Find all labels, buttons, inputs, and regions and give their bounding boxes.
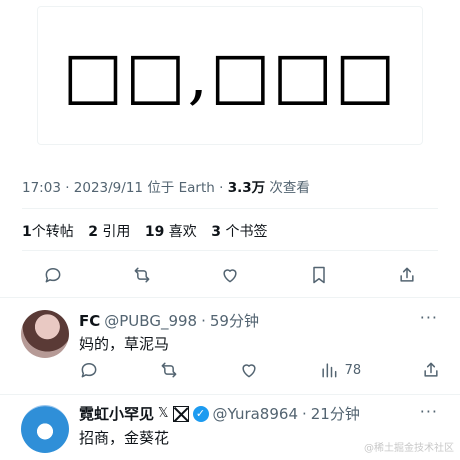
- stat-retweets[interactable]: 1个转帖: [22, 224, 84, 240]
- reply-reply-button[interactable]: [79, 360, 99, 380]
- analytics-icon: [321, 363, 336, 378]
- reply-author-name[interactable]: 霓虹小罕见: [79, 403, 154, 424]
- tweet-meta: 17:03 · 2023/9/11 位于 Earth · 3.3万 次查看: [22, 180, 310, 196]
- reply-share-button[interactable]: [421, 360, 441, 380]
- share-icon: [400, 267, 414, 282]
- reply-author-handle[interactable]: @PUBG_998: [104, 312, 197, 330]
- reply-text: 妈的，草泥马: [79, 335, 170, 353]
- like-icon: [223, 269, 237, 283]
- tweet-date[interactable]: 2023/9/11: [74, 180, 143, 196]
- more-options-icon[interactable]: ···: [420, 308, 438, 327]
- media-caption: □□,□□□: [62, 38, 398, 113]
- reply-icon: [45, 268, 61, 283]
- tweet-action-bar: [40, 262, 420, 288]
- watermark: @稀土掘金技术社区: [364, 443, 454, 454]
- reply-views-button[interactable]: 78: [319, 360, 362, 380]
- reply-retweet-button[interactable]: [159, 360, 179, 380]
- view-label: 次查看: [269, 180, 310, 196]
- stat-bookmarks[interactable]: 3 个书签: [211, 224, 277, 240]
- tweet-media-image[interactable]: □□,□□□: [37, 6, 423, 145]
- reply-time[interactable]: 21分钟: [311, 403, 360, 424]
- retweet-icon: [161, 362, 177, 378]
- tweet-time[interactable]: 17:03: [22, 180, 61, 196]
- boxed-x-icon: [172, 405, 189, 422]
- stat-quotes[interactable]: 2 引用: [88, 224, 140, 240]
- avatar[interactable]: [21, 405, 69, 453]
- reply-header: FC @PUBG_998 · 59分钟: [79, 310, 259, 331]
- reply-time[interactable]: 59分钟: [210, 310, 259, 331]
- bookmark-button[interactable]: [306, 262, 332, 288]
- x-badge-icon: 𝕏: [158, 406, 169, 421]
- tweet-location: Earth: [178, 180, 215, 196]
- divider: [22, 208, 438, 209]
- view-count: 3.3万: [227, 180, 266, 196]
- reply-header: 霓虹小罕见 𝕏 ✓ @Yura8964 · 21分钟: [79, 403, 360, 424]
- reply-button[interactable]: [40, 262, 66, 288]
- share-icon: [424, 362, 438, 377]
- avatar[interactable]: [21, 310, 69, 358]
- share-button[interactable]: [394, 262, 420, 288]
- like-icon: [242, 364, 256, 378]
- separator-dot: ·: [201, 311, 206, 330]
- retweet-icon: [134, 267, 149, 283]
- like-button[interactable]: [217, 262, 243, 288]
- reply-author-name[interactable]: FC: [79, 312, 100, 330]
- verified-badge-icon: ✓: [192, 405, 209, 422]
- tweet-stats: 1个转帖 2 引用 19 喜欢 3 个书签: [22, 221, 277, 241]
- retweet-button[interactable]: [129, 262, 155, 288]
- more-options-icon[interactable]: ···: [420, 402, 438, 421]
- location-prefix: 位于: [147, 180, 175, 196]
- bookmark-icon: [312, 266, 325, 284]
- stat-likes[interactable]: 19 喜欢: [145, 224, 207, 240]
- divider: [0, 394, 460, 395]
- reply-view-count: 78: [344, 362, 362, 378]
- divider: [22, 250, 438, 251]
- reply-icon: [81, 363, 97, 378]
- reply-like-button[interactable]: [239, 360, 259, 380]
- reply-author-handle[interactable]: @Yura8964: [213, 405, 298, 423]
- media-text: □□,□□□: [38, 7, 422, 144]
- separator-dot: ·: [301, 404, 307, 423]
- reply-text: 招商，金葵花: [79, 429, 170, 447]
- divider: [0, 297, 460, 298]
- reply-action-bar: 78: [79, 360, 441, 380]
